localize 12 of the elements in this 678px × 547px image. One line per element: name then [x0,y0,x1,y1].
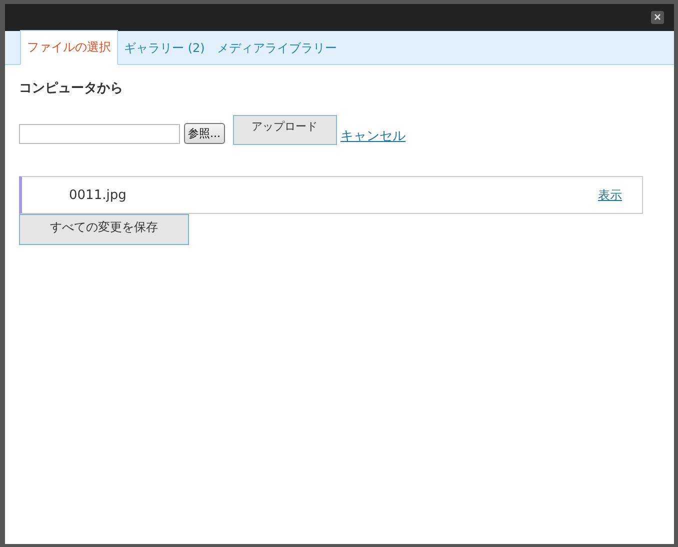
tab[interactable]: メディアライブラリー [210,32,343,65]
upload-button[interactable]: アップロード [232,115,336,145]
tab[interactable]: ファイルの選択 [20,30,118,65]
file-path-field[interactable] [19,124,180,144]
section-title: コンピュータから [19,80,124,97]
close-button[interactable]: × [651,11,664,24]
file-name: 0011.jpg [69,188,126,202]
tab[interactable]: ギャラリー (2) [118,32,211,65]
cancel-link[interactable]: キャンセル [340,127,406,145]
show-link[interactable]: 表示 [598,186,622,204]
save-button[interactable]: すべての変更を保存 [19,214,189,245]
browse-button[interactable]: 参照... [184,123,224,144]
